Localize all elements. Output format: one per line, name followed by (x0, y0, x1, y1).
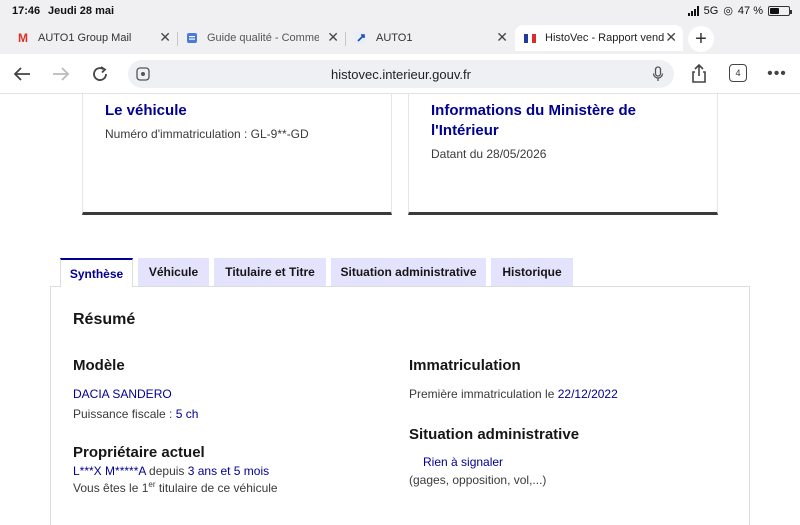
owner-rank: Vous êtes le 1er titulaire de ce véhicul… (73, 480, 278, 496)
signal-icon (687, 5, 699, 16)
owner-heading: Propriétaire actuel (73, 444, 205, 461)
status-right: 5G ◎ 47 % (687, 4, 792, 17)
share-button[interactable] (688, 63, 710, 85)
owner-since-label: depuis (145, 464, 188, 478)
owner-rank-sup: er (148, 480, 156, 489)
ministry-card-title-line1: Informations du Ministère de (431, 102, 637, 119)
browser-tab-auto1[interactable]: AUTO1 ✕ (346, 25, 514, 51)
more-icon: ••• (767, 65, 787, 82)
forward-button[interactable] (50, 63, 72, 85)
status-date: Jeudi 28 mai (48, 5, 115, 17)
url-text: histovec.interieur.gouv.fr (331, 67, 471, 82)
arrow-right-icon (53, 67, 70, 81)
browser-tab-guide[interactable]: Guide qualité - Commen ✕ (178, 25, 345, 51)
plus-icon: + (695, 27, 707, 50)
tab-historique[interactable]: Historique (491, 258, 573, 286)
data-date-label: Datant du 28/05/2026 (431, 147, 547, 161)
close-icon[interactable]: ✕ (665, 29, 677, 46)
gmail-icon: M (18, 31, 28, 45)
browser-tab-label: Guide qualité - Commen (207, 32, 319, 44)
fiscal-power-value: 5 ch (175, 407, 199, 421)
page-content: Le véhicule Numéro d'immatriculation : G… (0, 94, 800, 525)
tab-synthese[interactable]: Synthèse (60, 258, 133, 287)
browser-tab-bar: M AUTO1 Group Mail ✕ Guide qualité - Com… (0, 22, 800, 54)
summary-panel: Résumé Modèle DACIA SANDERO Puissance fi… (50, 286, 750, 525)
tab-vehicule[interactable]: Véhicule (138, 258, 209, 286)
vehicle-card: Le véhicule Numéro d'immatriculation : G… (82, 94, 392, 215)
owner-duration: 3 ans et 5 mois (187, 464, 270, 478)
summary-heading: Résumé (73, 311, 136, 328)
owner-line: L***X M*****A depuis 3 ans et 5 mois (73, 464, 269, 478)
tab-situation-administrative[interactable]: Situation administrative (331, 258, 486, 286)
admin-status-heading: Situation administrative (409, 426, 580, 443)
tab-switcher-button[interactable]: 4 (729, 64, 747, 82)
browser-toolbar: histovec.interieur.gouv.fr 4 ••• (0, 54, 800, 94)
location-icon: ◎ (723, 5, 733, 17)
first-registration-date: 22/12/2022 (557, 387, 618, 401)
close-icon[interactable]: ✕ (159, 29, 171, 46)
status-bar: 17:46 Jeudi 28 mai 5G ◎ 47 % (0, 0, 800, 22)
vehicle-card-title: Le véhicule (105, 102, 187, 119)
registration-heading: Immatriculation (409, 357, 521, 374)
reload-button[interactable] (89, 63, 111, 85)
reload-icon (93, 66, 107, 81)
browser-tab-label: HistoVec - Rapport vend (545, 32, 665, 44)
browser-tab-label: AUTO1 (376, 32, 413, 44)
share-icon (692, 64, 706, 83)
admin-status-note: (gages, opposition, vol,...) (409, 473, 547, 487)
browser-tab-mail[interactable]: M AUTO1 Group Mail ✕ (0, 25, 177, 51)
network-label: 5G (703, 4, 719, 17)
microphone-icon[interactable] (652, 66, 664, 87)
address-bar[interactable]: histovec.interieur.gouv.fr (128, 60, 674, 88)
flag-icon (523, 31, 537, 45)
battery-label: 47 % (737, 4, 763, 17)
status-time: 17:46 (12, 5, 41, 17)
fiscal-power-label: Puissance fiscale : (73, 407, 176, 421)
ministry-card: Informations du Ministère de l'Intérieur… (408, 94, 718, 215)
browser-tab-histovec[interactable]: HistoVec - Rapport vend ✕ (515, 25, 683, 51)
tab-titulaire[interactable]: Titulaire et Titre (214, 258, 326, 286)
more-menu-button[interactable]: ••• (766, 63, 788, 85)
back-button[interactable] (11, 63, 33, 85)
plate-label: Numéro d'immatriculation : GL-9**-GD (105, 127, 309, 141)
browser-tab-label: AUTO1 Group Mail (38, 32, 132, 44)
owner-name: L***X M*****A (73, 464, 146, 478)
owner-rank-suffix: titulaire de ce véhicule (155, 481, 278, 495)
model-heading: Modèle (73, 357, 125, 374)
ministry-card-title-line2: l'Intérieur (431, 122, 499, 139)
arrow-left-icon (13, 67, 30, 81)
auto1-icon (354, 31, 368, 45)
new-tab-button[interactable]: + (688, 26, 714, 52)
model-value: DACIA SANDERO (73, 387, 172, 401)
fiscal-power: Puissance fiscale : 5 ch (73, 407, 198, 421)
first-registration-label: Première immatriculation le (409, 387, 558, 401)
battery-icon (768, 5, 792, 16)
admin-status-value: Rien à signaler (423, 455, 504, 469)
owner-rank-prefix: Vous êtes le 1 (73, 481, 149, 495)
doc-icon (185, 31, 199, 45)
close-icon[interactable]: ✕ (327, 29, 339, 46)
close-icon[interactable]: ✕ (496, 29, 508, 46)
first-registration: Première immatriculation le 22/12/2022 (409, 387, 618, 401)
